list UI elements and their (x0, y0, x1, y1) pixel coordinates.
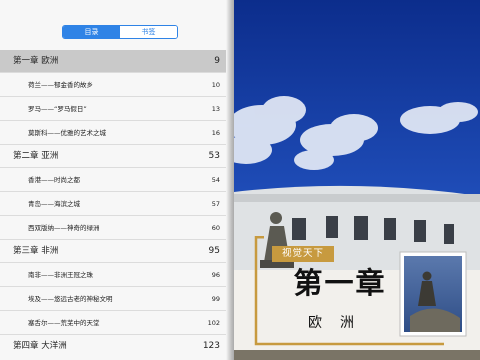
tab-bookmarks[interactable]: 书签 (120, 26, 177, 38)
toc-entry-title: 埃及——悠远古老的神秘文明 (28, 295, 113, 303)
toc-chapter-row[interactable]: 第四章 大洋洲 123 (0, 335, 226, 358)
toc-entry-title: 香港——时尚之都 (28, 176, 80, 184)
toc-section-row[interactable]: 塞舌尔——荒芜中的天堂 102 (0, 311, 226, 335)
toc-entry-title: 第三章 非洲 (13, 246, 59, 256)
chapter-title: 第一章 (293, 266, 387, 300)
toc-section-row[interactable]: 埃及——悠远古老的神秘文明 99 (0, 287, 226, 311)
toc-entry-title: 荷兰——郁金香的故乡 (28, 81, 93, 89)
toc-list: 第一章 欧洲 9 荷兰——郁金香的故乡 10 罗马——“罗马假日” 13 莫斯科——优雅的艺… (0, 50, 226, 358)
toc-entry-page: 123 (202, 341, 220, 351)
toc-entry-page: 60 (211, 224, 220, 232)
toc-section-row[interactable]: 罗马——“罗马假日” 13 (0, 97, 226, 121)
toc-entry-title: 第一章 欧洲 (13, 56, 59, 66)
toc-entry-page: 99 (211, 295, 220, 303)
book-page[interactable]: 视觉天下 第一章 欧洲 (234, 0, 480, 360)
toc-segmented-control: 目录 书签 (62, 25, 178, 39)
toc-entry-page: 16 (211, 129, 220, 137)
toc-entry-page: 96 (211, 271, 220, 279)
toc-chapter-row[interactable]: 第三章 非洲 95 (0, 240, 226, 263)
toc-entry-page: 54 (211, 176, 220, 184)
toc-chapter-row[interactable]: 第一章 欧洲 9 (0, 50, 226, 73)
toc-chapter-row[interactable]: 第二章 亚洲 53 (0, 145, 226, 168)
toc-panel: 目录 书签 第一章 欧洲 9 荷兰——郁金香的故乡 10 罗马——“罗马假日” 13 莫斯科… (0, 0, 230, 360)
toc-entry-page: 53 (208, 151, 220, 161)
toc-section-row[interactable]: 青岛——海滨之城 57 (0, 192, 226, 216)
chapter-subtitle: 欧洲 (308, 315, 372, 331)
toc-entry-page: 13 (211, 105, 220, 113)
toc-entry-page: 102 (207, 319, 220, 327)
toc-section-row[interactable]: 荷兰——郁金香的故乡 10 (0, 73, 226, 97)
toc-entry-title: 莫斯科——优雅的艺术之城 (28, 129, 106, 137)
toc-section-row[interactable]: 香港——时尚之都 54 (0, 168, 226, 192)
toc-section-row[interactable]: 南非——非洲王冠之珠 96 (0, 263, 226, 287)
toc-entry-title: 第四章 大洋洲 (13, 341, 67, 351)
toc-entry-page: 10 (211, 81, 220, 89)
toc-section-row[interactable]: 莫斯科——优雅的艺术之城 16 (0, 121, 226, 145)
toc-entry-page: 57 (211, 200, 220, 208)
toc-entry-page: 9 (214, 56, 220, 66)
toc-entry-title: 西双版纳——神奇的绿洲 (28, 224, 100, 232)
toc-entry-title: 青岛——海滨之城 (28, 200, 80, 208)
cover-photo (234, 0, 480, 360)
toc-entry-page: 95 (208, 246, 220, 256)
toc-section-row[interactable]: 西双版纳——神奇的绿洲 60 (0, 216, 226, 240)
tab-contents[interactable]: 目录 (63, 26, 120, 38)
toc-entry-title: 塞舌尔——荒芜中的天堂 (28, 319, 100, 327)
toc-entry-title: 南非——非洲王冠之珠 (28, 271, 93, 279)
toc-entry-title: 第二章 亚洲 (13, 151, 59, 161)
toc-entry-title: 罗马——“罗马假日” (28, 105, 87, 113)
chapter-tag: 视觉天下 (272, 246, 334, 262)
